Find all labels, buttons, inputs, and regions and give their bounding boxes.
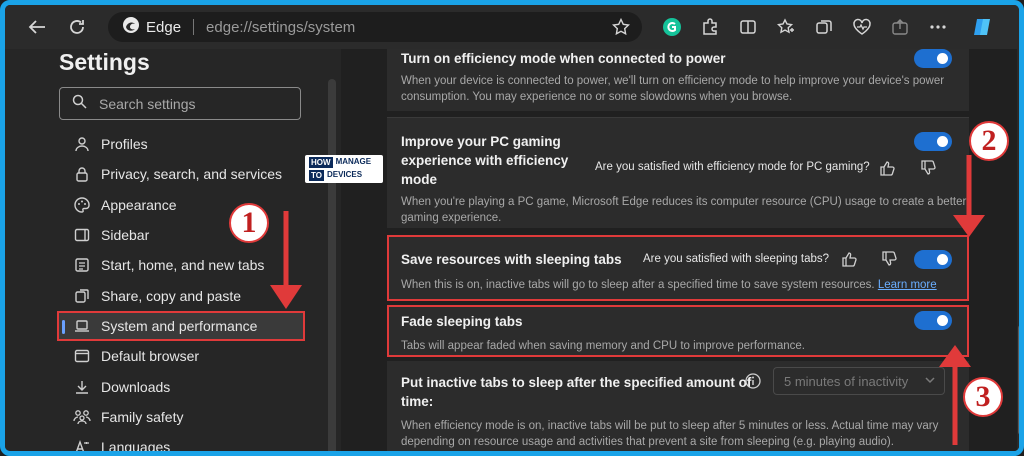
screenshot-frame: Edge edge://settings/system Settings Sea… [0,0,1024,456]
arrow-to-sleeping-tabs [953,155,985,237]
annotation-arrows [270,155,985,445]
step-badge-2: 2 [969,121,1009,161]
arrow-to-system-performance [270,211,302,309]
step-badge-3: 3 [963,377,1003,417]
step-badge-1: 1 [229,203,269,243]
